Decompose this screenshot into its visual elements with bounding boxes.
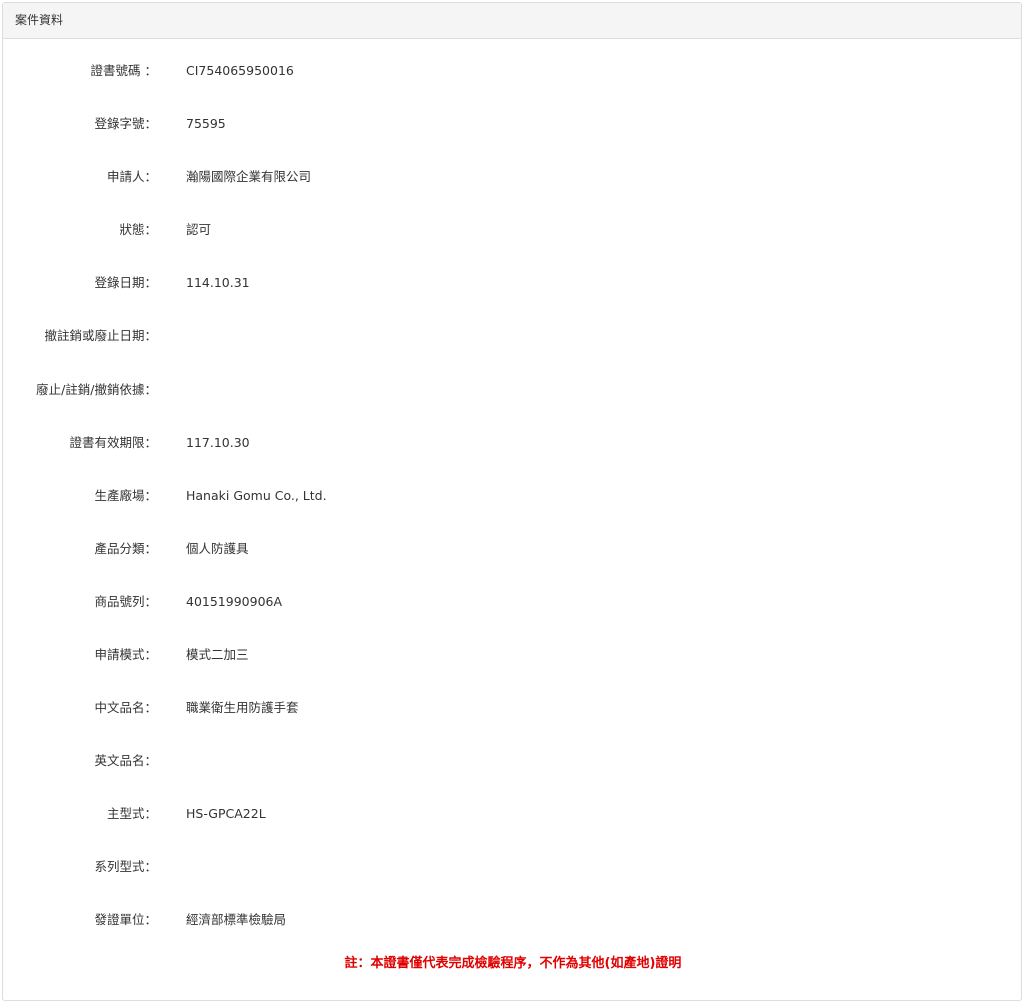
field-value: 117.10.30 [186,435,250,450]
field-label: 證書號碼 ： [90,63,157,78]
panel-title: 案件資料 [3,3,1021,39]
field-manufacturer: 生產廠場： Hanaki Gomu Co., Ltd. [3,486,1021,506]
field-application-mode: 申請模式： 模式二加三 [3,645,1021,665]
field-label: 證書有效期限： [69,435,157,450]
field-label: 英文品名： [94,753,157,768]
field-value: 經濟部標準檢驗局 [186,912,287,927]
field-label: 生產廠場： [94,488,157,503]
field-label: 商品號列： [94,594,157,609]
field-value: CI754065950016 [186,63,294,78]
field-series-model: 系列型式： [3,857,1021,877]
field-value: 個人防護具 [186,541,249,556]
field-certificate-validity: 證書有效期限： 117.10.30 [3,433,1021,453]
certificate-disclaimer-note: 註：本證書僅代表完成檢驗程序，不作為其他(如產地)證明 [344,956,682,971]
field-label: 申請模式： [94,647,157,662]
field-product-category: 產品分類： 個人防護具 [3,539,1021,559]
field-value: 114.10.31 [186,275,250,290]
field-label: 撤註銷或廢止日期： [44,328,157,343]
field-value: 75595 [186,116,226,131]
field-value: 認可 [186,222,212,237]
field-value: Hanaki Gomu Co., Ltd. [186,488,327,503]
field-revocation-date: 撤註銷或廢止日期： [3,326,1021,346]
field-label: 中文品名： [94,700,157,715]
field-label: 登錄日期： [94,275,157,290]
field-registration-number: 登錄字號： 75595 [3,114,1021,134]
field-label: 產品分類： [94,541,157,556]
field-value: 瀚陽國際企業有限公司 [186,169,312,184]
field-issuing-authority: 發證單位： 經濟部標準檢驗局 [3,910,1021,930]
field-label: 系列型式： [94,859,157,874]
field-revocation-basis: 廢止/註銷/撤銷依據： [3,380,1021,400]
field-value: 模式二加三 [186,647,249,662]
field-status: 狀態： 認可 [3,220,1021,240]
field-commodity-code: 商品號列： 40151990906A [3,592,1021,612]
field-label: 發證單位： [94,912,157,927]
field-label: 登錄字號： [94,116,157,131]
field-label: 廢止/註銷/撤銷依據： [36,382,157,397]
field-value: HS-GPCA22L [186,806,266,821]
field-value: 40151990906A [186,594,283,609]
field-label: 狀態： [119,222,157,237]
case-info-panel: 案件資料 證書號碼 ： CI754065950016 登錄字號： 75595 申… [2,2,1022,1001]
field-registration-date: 登錄日期： 114.10.31 [3,273,1021,293]
field-english-name: 英文品名： [3,751,1021,771]
field-chinese-name: 中文品名： 職業衛生用防護手套 [3,698,1021,718]
field-label: 主型式： [106,806,157,821]
field-certificate-number: 證書號碼 ： CI754065950016 [3,61,1021,81]
field-main-model: 主型式： HS-GPCA22L [3,804,1021,824]
field-label: 申請人： [106,169,157,184]
field-value: 職業衛生用防護手套 [186,700,299,715]
field-applicant: 申請人： 瀚陽國際企業有限公司 [3,167,1021,187]
